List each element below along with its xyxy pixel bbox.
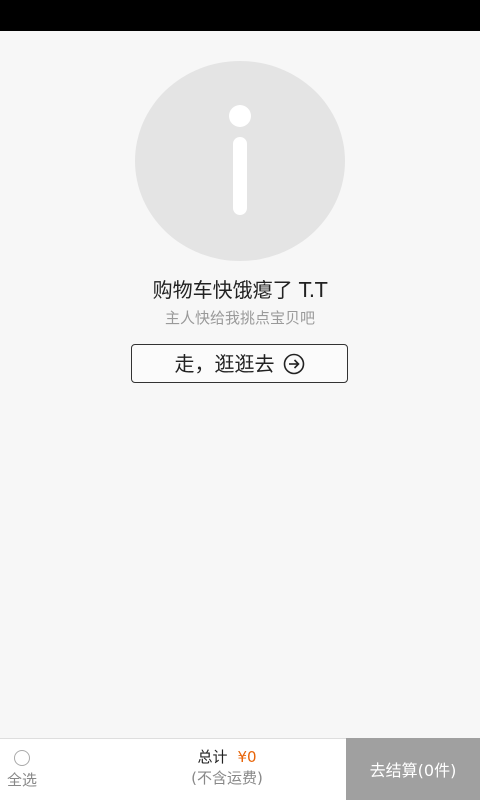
cart-bottom-bar: 全选 总计 ¥0 (不含运费) 去结算(0件) [0, 738, 480, 800]
total-line: 总计 ¥0 [120, 747, 334, 767]
select-all-checkbox[interactable] [14, 750, 30, 766]
shipping-note: (不含运费) [191, 769, 263, 787]
arrow-right-circle-icon [283, 353, 304, 374]
go-shopping-label: 走，逛逛去 [174, 351, 275, 376]
empty-cart-title: 购物车快饿瘪了 T.T [152, 278, 328, 302]
empty-cart-subtitle: 主人快给我挑点宝贝吧 [164, 309, 315, 327]
cart-screen: 购物车快饿瘪了 T.T 主人快给我挑点宝贝吧 走，逛逛去 全选 总计 ¥0 (不含… [0, 0, 480, 800]
total-amount: ¥0 [237, 748, 257, 766]
select-all-toggle[interactable]: 全选 [0, 739, 48, 800]
status-bar [0, 0, 480, 31]
total-summary: 总计 ¥0 (不含运费) [120, 747, 334, 788]
info-icon [135, 61, 345, 261]
select-all-label: 全选 [7, 771, 38, 789]
empty-cart-state: 购物车快饿瘪了 T.T 主人快给我挑点宝贝吧 走，逛逛去 [0, 31, 480, 738]
total-label: 总计 [197, 748, 228, 766]
checkout-button[interactable]: 去结算(0件) [346, 738, 480, 800]
go-shopping-button[interactable]: 走，逛逛去 [131, 344, 348, 383]
